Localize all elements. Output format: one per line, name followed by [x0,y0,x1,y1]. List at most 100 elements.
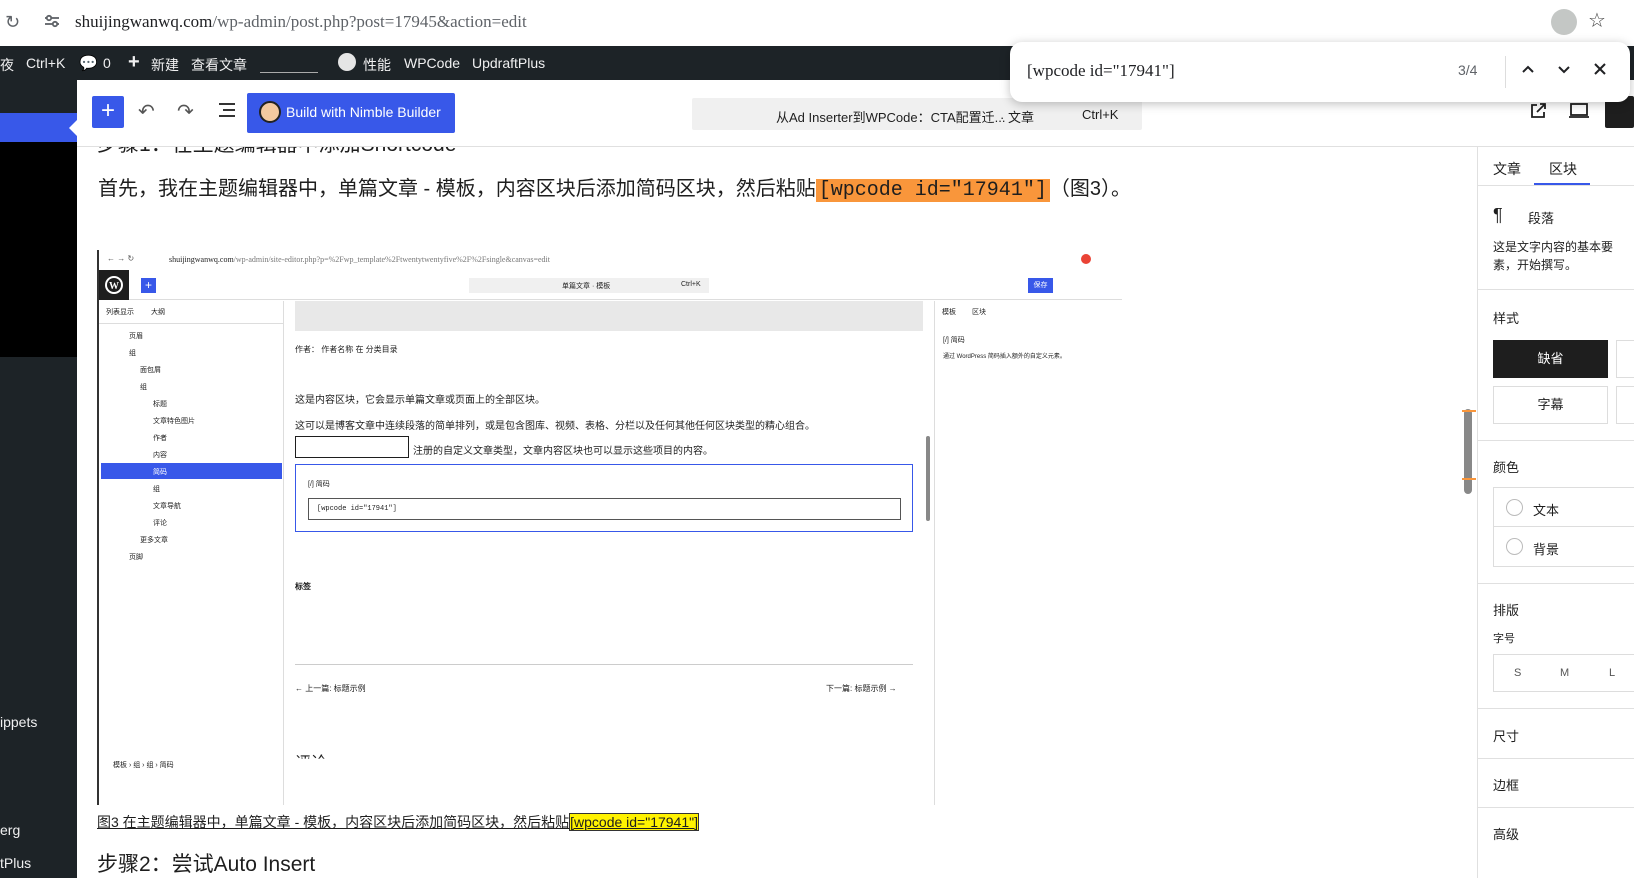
site-info-icon[interactable] [42,11,62,36]
paragraph-text-after: （图3）。 [1049,178,1131,200]
canvas-scrollbar[interactable] [1462,147,1476,878]
find-next-icon[interactable] [1554,59,1574,84]
find-input[interactable]: [wpcode id="17941"] [1027,61,1175,81]
nimble-avatar-icon [259,101,281,123]
inner-divider [295,664,913,665]
admin-bar-command-shortcut[interactable]: Ctrl+K [26,55,65,71]
inner-tree-item: 组 [153,486,160,493]
inner-list-view: 列表显示 大纲 页眉 组 面包屑 组 标题 文章特色图片 作者 内容 简码 组 … [99,301,284,805]
admin-bar-night[interactable]: 夜 [0,55,14,75]
step2-heading[interactable]: 步骤2：尝试Auto Insert [97,848,315,878]
find-count: 3/4 [1458,62,1478,78]
inner-p3: 注册的自定义文章类型，文章内容区块也可以显示这些项目的内容。 [413,446,713,457]
admin-bar-updraftplus[interactable]: UpdraftPlus [472,55,545,71]
inner-shortcode-value: [wpcode id="17941"] [317,505,397,513]
block-description: 这是文字内容的基本要素，开始撰写。 [1493,240,1614,272]
font-size-small[interactable]: S [1514,667,1521,679]
add-block-button[interactable]: + [92,96,124,128]
inner-outline-tab: 大纲 [151,309,165,316]
inner-notification-icon [1081,254,1091,264]
doc-title: 从Ad Inserter到WPCode：CTA配置迁... [776,110,1006,125]
sidebar-item-updraftplus[interactable]: tPlus [0,855,31,871]
external-link-icon[interactable] [1528,101,1548,126]
inner-wp-logo-icon: W [99,270,129,300]
color-background-option[interactable]: 背景 [1493,527,1634,567]
paragraph-icon: ¶ [1493,205,1503,225]
inner-tree-item: 作者 [153,435,167,442]
tab-post[interactable]: 文章 [1493,159,1521,179]
inner-shortcode-name: 简码 [315,481,330,488]
inner-tree [99,323,284,324]
sidebar-active-item[interactable] [0,113,77,142]
doc-type: · 文章 [1000,110,1034,125]
sidebar-item-erg[interactable]: erg [0,822,20,838]
document-overview-icon[interactable] [217,101,237,124]
document-bar[interactable]: 从Ad Inserter到WPCode：CTA配置迁... · 文章 Ctrl+… [692,98,1142,130]
inner-tree-item: 评论 [153,520,167,527]
color-background-label: 背景 [1533,542,1560,557]
inner-shortcode-label: [/] 简码 [308,481,330,488]
undo-icon[interactable]: ↶ [138,99,155,124]
inner-tree-item: 文章导航 [153,503,181,510]
inner-url: shuijingwanwq.com/wp-admin/site-editor.p… [169,255,550,264]
settings-divider [1478,185,1634,186]
typography-heading[interactable]: 排版 [1493,600,1519,619]
preview-device-icon[interactable] [1568,102,1590,125]
admin-bar-new[interactable]: 新建 [151,55,179,75]
border-heading[interactable]: 边框 [1493,775,1519,794]
style-next-button[interactable] [1616,340,1634,378]
redo-icon[interactable]: ↷ [177,99,194,124]
tab-block[interactable]: 区块 [1549,159,1577,179]
admin-bar-view-post[interactable]: 查看文章 [191,55,247,75]
reload-icon[interactable]: ↻ [5,12,20,33]
inner-author-line: 作者： 作者名称 在 分类目录 [295,345,398,354]
svg-text:W: W [109,281,119,292]
color-text-option[interactable]: 文本 [1493,487,1634,527]
inner-url-path: /wp-admin/site-editor.php?p=%2Fwp_templa… [233,255,550,264]
paragraph-block[interactable]: 首先，我在主题编辑器中，单篇文章 - 模板，内容区块后添加简码区块，然后粘贴 [w… [98,172,1131,202]
scrollbar-thumb[interactable] [1464,409,1472,494]
browser-toolbar: ↻ shuijingwanwq.com/wp-admin/post.php?po… [0,0,1634,46]
sidebar-item-snippets[interactable]: ippets [0,714,37,730]
styles-heading[interactable]: 样式 [1493,308,1519,327]
comments-count[interactable]: 0 [103,55,111,71]
style-default-button[interactable]: 缺省 [1493,340,1608,378]
comments-icon[interactable]: 💬 [79,54,98,72]
address-bar[interactable]: shuijingwanwq.com/wp-admin/post.php?post… [75,12,527,32]
style-caption-button[interactable]: 字幕 [1493,386,1608,424]
sidebar-active-pointer [69,120,77,136]
caption-text: 图3 在主题编辑器中，单篇文章 - 模板，内容区块后添加简码区块，然后粘贴 [97,814,570,830]
admin-bar-performance[interactable]: 性能 [363,55,391,75]
lens-icon[interactable] [1551,9,1577,35]
sidebar-dark-block [0,142,77,357]
inner-doc-title: 单篇文章 · 模板 [562,283,611,290]
nimble-builder-button[interactable]: Build with Nimble Builder [247,93,455,133]
settings-divider [1478,289,1634,290]
color-swatch-icon [1506,499,1523,516]
dimensions-heading[interactable]: 尺寸 [1493,726,1519,745]
inner-list-tab: 列表显示 [106,309,134,316]
inner-tags-label: 标签 [295,582,311,591]
figure-3-image[interactable]: ← → ↻ shuijingwanwq.com/wp-admin/site-ed… [97,250,1122,805]
inner-tree-item: 文章特色图片 [153,418,195,425]
inner-doc-shortcut: Ctrl+K [681,281,701,288]
inner-shortcode-input: [wpcode id="17941"] [308,498,901,520]
find-close-icon[interactable] [1590,59,1610,84]
plus-icon[interactable]: + [128,51,140,74]
admin-bar-wpcode[interactable]: WPCode [404,55,460,71]
settings-divider [1478,807,1634,808]
font-size-picker[interactable]: S M L [1493,654,1634,692]
advanced-heading[interactable]: 高级 [1493,824,1519,843]
figure-caption[interactable]: 图3 在主题编辑器中，单篇文章 - 模板，内容区块后添加简码区块，然后粘贴[wp… [97,812,699,832]
color-heading[interactable]: 颜色 [1493,457,1519,476]
font-size-medium[interactable]: M [1560,667,1569,679]
find-previous-icon[interactable] [1518,59,1538,84]
inner-panel-block-name: [/] 简码 [943,337,965,344]
scroll-marker-top [1462,410,1476,412]
bookmark-star-icon[interactable]: ☆ [1588,8,1606,33]
inner-block-toolbar [295,436,409,458]
scroll-marker-bottom [1462,478,1476,480]
font-size-large[interactable]: L [1609,667,1615,679]
inner-nav-icons: ← → ↻ [107,254,135,263]
style-extra-button[interactable] [1616,386,1634,424]
